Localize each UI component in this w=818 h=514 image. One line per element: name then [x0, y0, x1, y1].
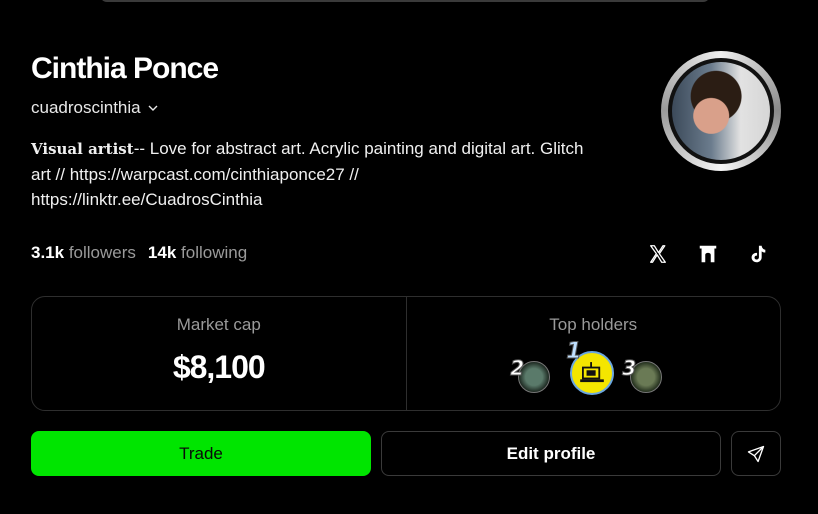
top-search-bar[interactable] [100, 0, 710, 2]
profile-bio: Visual artist-- Love for abstract art. A… [31, 136, 591, 212]
holder-rank-badge: 3 [622, 356, 637, 381]
holder-avatar-rank-2[interactable]: 2 [510, 356, 551, 393]
follow-stats: 3.1k followers 14k following [31, 243, 247, 263]
warpcast-icon[interactable] [696, 242, 720, 266]
send-icon [747, 445, 765, 462]
x-icon[interactable] [646, 242, 670, 266]
top-holders-section: Top holders 2 3 1 [405, 297, 781, 410]
holder-avatar-art [580, 362, 605, 383]
edit-profile-button[interactable]: Edit profile [381, 431, 721, 476]
bio-prefix: Visual artist [31, 140, 134, 158]
top-holders-list: 2 3 1 [510, 339, 673, 401]
market-card: Market cap $8,100 Top holders 2 3 1 [31, 296, 781, 411]
tiktok-icon[interactable] [746, 242, 770, 266]
social-links [646, 242, 770, 266]
following-label: following [181, 243, 248, 262]
holder-avatar-rank-1[interactable]: 1 [566, 339, 615, 395]
chevron-down-icon [148, 105, 158, 111]
holder-avatar-rank-3[interactable]: 3 [622, 356, 663, 393]
market-cap-section: Market cap $8,100 [32, 297, 406, 410]
following-count: 14k [147, 243, 177, 262]
followers-count: 3.1k [31, 243, 65, 262]
avatar[interactable] [661, 51, 781, 171]
profile-name: Cinthia Ponce [31, 52, 219, 85]
top-holders-label: Top holders [549, 315, 638, 334]
followers-label: followers [68, 243, 136, 262]
handle-text: cuadroscinthia [31, 98, 141, 117]
trade-button[interactable]: Trade [31, 431, 371, 476]
avatar-photo [672, 62, 770, 160]
following-stat[interactable]: 14k following [148, 243, 247, 263]
market-cap-label: Market cap [176, 315, 261, 334]
market-cap-value: $8,100 [172, 349, 266, 385]
share-button[interactable] [731, 431, 781, 476]
followers-stat[interactable]: 3.1k followers [31, 243, 136, 263]
holder-rank-badge: 2 [510, 356, 525, 381]
handle-dropdown[interactable]: cuadroscinthia [31, 98, 159, 118]
